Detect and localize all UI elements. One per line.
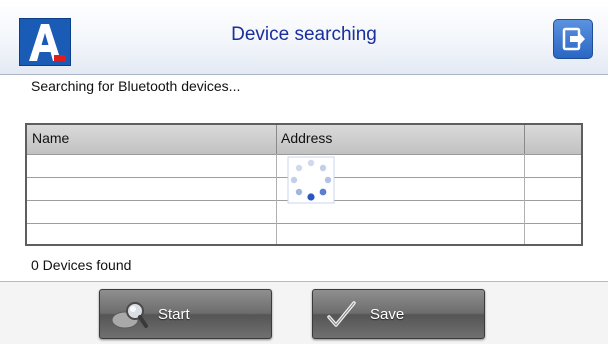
title-bar: Device searching xyxy=(0,0,608,75)
column-divider[interactable] xyxy=(276,125,277,154)
save-button-label: Save xyxy=(370,306,405,323)
devices-found-count: 0 Devices found xyxy=(31,257,132,273)
grid-column-divider xyxy=(276,154,277,244)
checkmark-icon xyxy=(325,298,359,337)
column-divider[interactable] xyxy=(524,125,525,154)
column-header-name[interactable]: Name xyxy=(32,130,69,146)
column-header-address[interactable]: Address xyxy=(281,130,332,146)
device-list-header: Name Address xyxy=(27,125,581,155)
search-status-text: Searching for Bluetooth devices... xyxy=(31,78,241,94)
device-list[interactable]: Name Address xyxy=(25,123,583,246)
spinner-icon xyxy=(287,156,335,204)
exit-button[interactable] xyxy=(553,19,593,59)
grid-row-divider xyxy=(27,223,581,224)
bottom-toolbar: Start Save xyxy=(0,281,608,344)
exit-icon xyxy=(562,27,585,51)
page-title: Device searching xyxy=(231,24,377,45)
start-button-label: Start xyxy=(158,306,190,323)
grid-column-divider xyxy=(524,154,525,244)
save-button[interactable]: Save xyxy=(312,289,485,339)
search-icon xyxy=(110,299,150,336)
start-button[interactable]: Start xyxy=(99,289,272,339)
